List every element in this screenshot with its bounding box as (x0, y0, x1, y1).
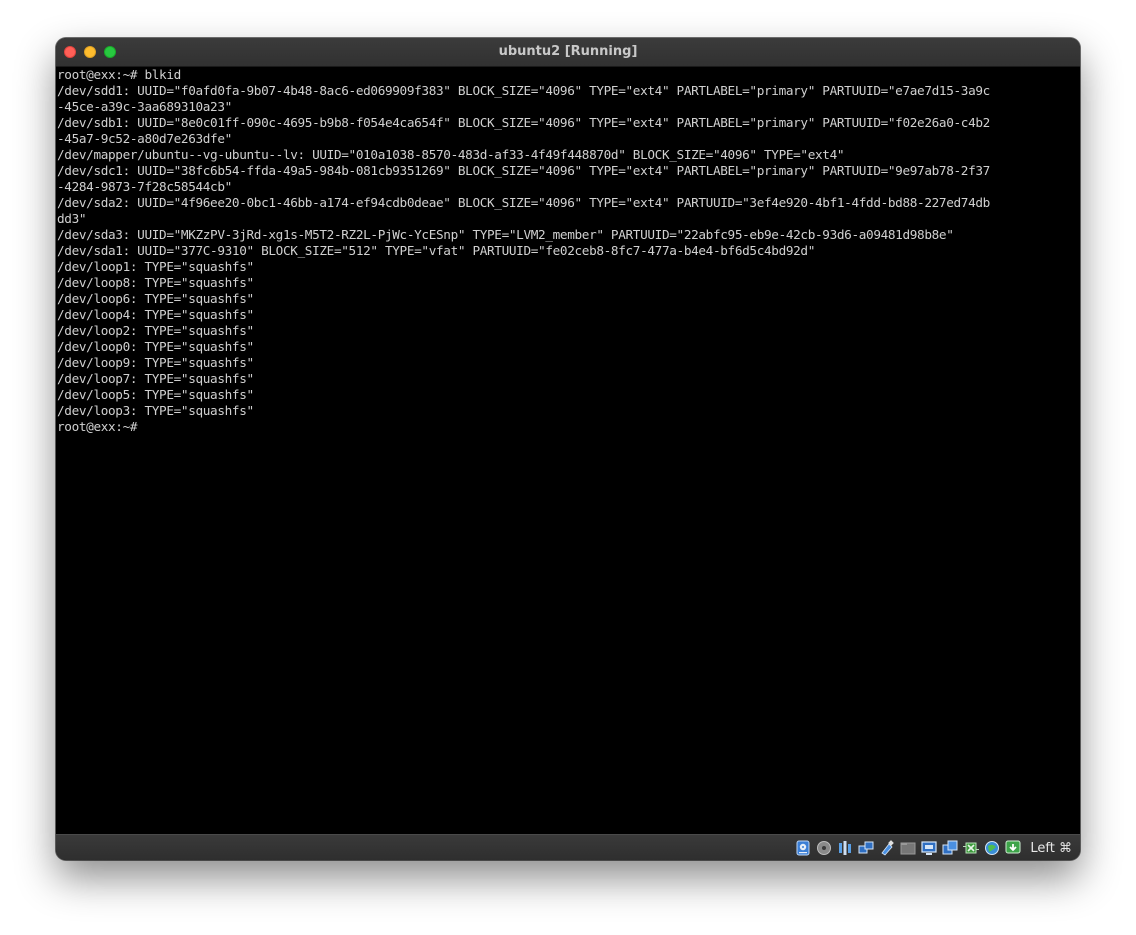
display-icon[interactable] (921, 840, 938, 856)
terminal-line: /dev/loop0: TYPE="squashfs" (57, 339, 254, 354)
network-icon[interactable] (858, 840, 874, 856)
terminal-line: dd3" (57, 211, 87, 226)
terminal-line: /dev/loop9: TYPE="squashfs" (57, 355, 254, 370)
terminal-line: /dev/sda2: UUID="4f96ee20-0bc1-46bb-a174… (57, 195, 990, 210)
mouse-integration-icon[interactable] (984, 840, 1000, 856)
terminal-line: /dev/sdc1: UUID="38fc6b54-ffda-49a5-984b… (57, 163, 990, 178)
terminal-line: -45a7-9c52-a80d7e263dfe" (57, 131, 232, 146)
cpu-icon[interactable] (963, 840, 980, 856)
terminal-line: /dev/sdd1: UUID="f0afd0fa-9b07-4b48-8ac6… (57, 83, 990, 98)
video-capture-icon[interactable] (942, 840, 958, 856)
terminal-line: /dev/sda1: UUID="377C-9310" BLOCK_SIZE="… (57, 243, 816, 258)
status-bar: Left ⌘ (56, 834, 1080, 860)
shared-folders-icon[interactable] (900, 840, 916, 856)
terminal-line: root@exx:~# (57, 419, 138, 434)
terminal-line: /dev/loop4: TYPE="squashfs" (57, 307, 254, 322)
keyboard-capture-icon[interactable] (1005, 840, 1021, 856)
host-key-label[interactable]: Left ⌘ (1030, 841, 1072, 856)
hard-disk-icon[interactable] (795, 840, 811, 856)
optical-drive-icon[interactable] (816, 840, 832, 856)
terminal-line: /dev/loop6: TYPE="squashfs" (57, 291, 254, 306)
terminal-line: /dev/loop3: TYPE="squashfs" (57, 403, 254, 418)
audio-icon[interactable] (837, 840, 853, 856)
terminal-line: /dev/mapper/ubuntu--vg-ubuntu--lv: UUID=… (57, 147, 845, 162)
terminal-line: /dev/loop1: TYPE="squashfs" (57, 259, 254, 274)
usb-icon[interactable] (879, 840, 895, 856)
terminal-line: /dev/loop7: TYPE="squashfs" (57, 371, 254, 386)
terminal-line: /dev/loop8: TYPE="squashfs" (57, 275, 254, 290)
terminal-screen[interactable]: root@exx:~# blkid/dev/sdd1: UUID="f0afd0… (56, 67, 1080, 833)
status-icons: Left ⌘ (795, 839, 1072, 857)
vm-window: ubuntu2 [Running] root@exx:~# blkid/dev/… (56, 38, 1080, 860)
terminal-line: root@exx:~# blkid (57, 67, 181, 82)
terminal-output: root@exx:~# blkid/dev/sdd1: UUID="f0afd0… (56, 67, 1080, 435)
terminal-line: /dev/loop2: TYPE="squashfs" (57, 323, 254, 338)
terminal-line: /dev/loop5: TYPE="squashfs" (57, 387, 254, 402)
terminal-line: /dev/sdb1: UUID="8e0c01ff-090c-4695-b9b8… (57, 115, 990, 130)
terminal-line: /dev/sda3: UUID="MKZzPV-3jRd-xg1s-M5T2-R… (57, 227, 954, 242)
terminal-line: -4284-9873-7f28c58544cb" (57, 179, 232, 194)
window-title: ubuntu2 [Running] (498, 44, 638, 59)
title-bar[interactable]: ubuntu2 [Running] (56, 38, 1080, 67)
terminal-line: -45ce-a39c-3aa689310a23" (57, 99, 232, 114)
